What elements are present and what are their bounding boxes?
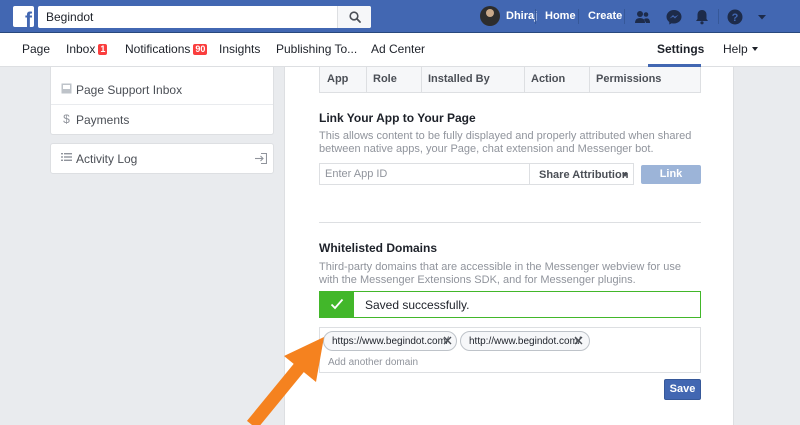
- top-bar: f Dhiraj Home Create ?: [0, 0, 800, 33]
- nav-settings[interactable]: Settings: [657, 42, 704, 56]
- chevron-down-icon: [622, 173, 628, 177]
- table-header-app: App: [327, 73, 349, 85]
- notifications-count-badge: 90: [193, 44, 208, 55]
- sidebar-item-label: Activity Log: [76, 152, 138, 166]
- facebook-logo[interactable]: f: [13, 6, 34, 27]
- friends-icon[interactable]: [632, 7, 652, 27]
- search-icon: [349, 11, 361, 23]
- divider: [535, 9, 536, 24]
- sidebar-item-activity-log[interactable]: Activity Log: [51, 144, 273, 174]
- search-input[interactable]: [38, 6, 338, 28]
- account-menu-icon[interactable]: [752, 7, 772, 27]
- connected-apps-table: App Role Installed By Action Permissions: [319, 67, 701, 93]
- nav-inbox[interactable]: Inbox 1: [66, 42, 108, 56]
- divider: [718, 9, 719, 24]
- search-bar: [38, 6, 371, 28]
- sidebar-item-page-support-inbox[interactable]: Page Support Inbox: [51, 75, 273, 105]
- svg-text:?: ?: [732, 12, 739, 24]
- user-name: Dhiraj: [506, 10, 538, 22]
- home-link[interactable]: Home: [545, 10, 576, 22]
- success-message: Saved successfully.: [365, 298, 470, 312]
- search-button[interactable]: [337, 6, 371, 28]
- share-attribution-label: Share Attribution: [539, 169, 629, 181]
- nav-ad-center[interactable]: Ad Center: [371, 42, 425, 56]
- settings-sidebar: Page Support Inbox $ Payments: [50, 67, 274, 135]
- annotation-arrow-icon: [246, 337, 324, 425]
- section-divider: [319, 222, 701, 223]
- nav-notifications[interactable]: Notifications 90: [125, 42, 208, 56]
- share-attribution-dropdown[interactable]: Share Attribution: [529, 163, 634, 185]
- table-header-action: Action: [531, 73, 566, 85]
- link-button[interactable]: Link: [641, 165, 701, 184]
- domain-token: https://www.begindot.com/: [323, 331, 457, 351]
- table-header-permissions: Permissions: [596, 73, 662, 85]
- notifications-icon[interactable]: [692, 7, 712, 27]
- link-app-description: This allows content to be fully displaye…: [319, 130, 692, 155]
- app-id-input[interactable]: [319, 163, 530, 185]
- activity-log-card: Activity Log: [50, 143, 274, 174]
- add-domain-input[interactable]: [328, 354, 528, 370]
- save-button[interactable]: Save: [664, 379, 701, 400]
- domain-token-label: https://www.begindot.com/: [332, 336, 449, 347]
- sidebar-item-label: Payments: [76, 113, 130, 127]
- success-notice: Saved successfully.: [319, 291, 701, 318]
- nav-help[interactable]: Help: [723, 42, 758, 56]
- divider: [578, 9, 579, 24]
- nav-help-label: Help: [723, 42, 748, 56]
- nav-notifications-label: Notifications: [125, 42, 191, 56]
- divider: [624, 9, 625, 24]
- domain-token: http://www.begindot.com/: [460, 331, 590, 351]
- nav-inbox-label: Inbox: [66, 42, 96, 56]
- sidebar-item-payments[interactable]: $ Payments: [51, 105, 273, 135]
- nav-insights[interactable]: Insights: [219, 42, 260, 56]
- table-header-installed-by: Installed By: [428, 73, 490, 85]
- sidebar-item-label: Page Support Inbox: [76, 83, 183, 97]
- checkmark-icon: [330, 298, 344, 310]
- list-icon: [60, 152, 73, 165]
- create-link[interactable]: Create: [588, 10, 622, 22]
- success-check-block: [320, 292, 354, 317]
- close-icon[interactable]: [442, 335, 453, 346]
- domain-token-label: http://www.begindot.com/: [469, 336, 581, 347]
- link-app-title: Link Your App to Your Page: [319, 111, 476, 125]
- whitelisted-domains-title: Whitelisted Domains: [319, 241, 438, 255]
- page-navigation: Page Inbox 1 Notifications 90 Insights Pub…: [0, 33, 800, 67]
- inbox-count-badge: 1: [98, 44, 108, 55]
- support-inbox-icon: [60, 83, 73, 96]
- nav-publishing-tools[interactable]: Publishing To...: [276, 42, 357, 56]
- nav-page[interactable]: Page: [22, 42, 50, 56]
- dollar-icon: $: [63, 112, 70, 126]
- help-icon[interactable]: ?: [725, 7, 745, 27]
- avatar: [480, 6, 500, 26]
- messenger-platform-settings-panel: App Role Installed By Action Permissions…: [284, 67, 734, 425]
- close-icon[interactable]: [573, 335, 584, 346]
- whitelisted-domains-description: Third-party domains that are accessible …: [319, 261, 681, 286]
- table-header-role: Role: [373, 73, 397, 85]
- messenger-icon[interactable]: [664, 7, 684, 27]
- enter-icon: [255, 153, 267, 164]
- domains-token-input[interactable]: https://www.begindot.com/ http://www.beg…: [319, 327, 701, 373]
- chevron-down-icon: [751, 47, 758, 51]
